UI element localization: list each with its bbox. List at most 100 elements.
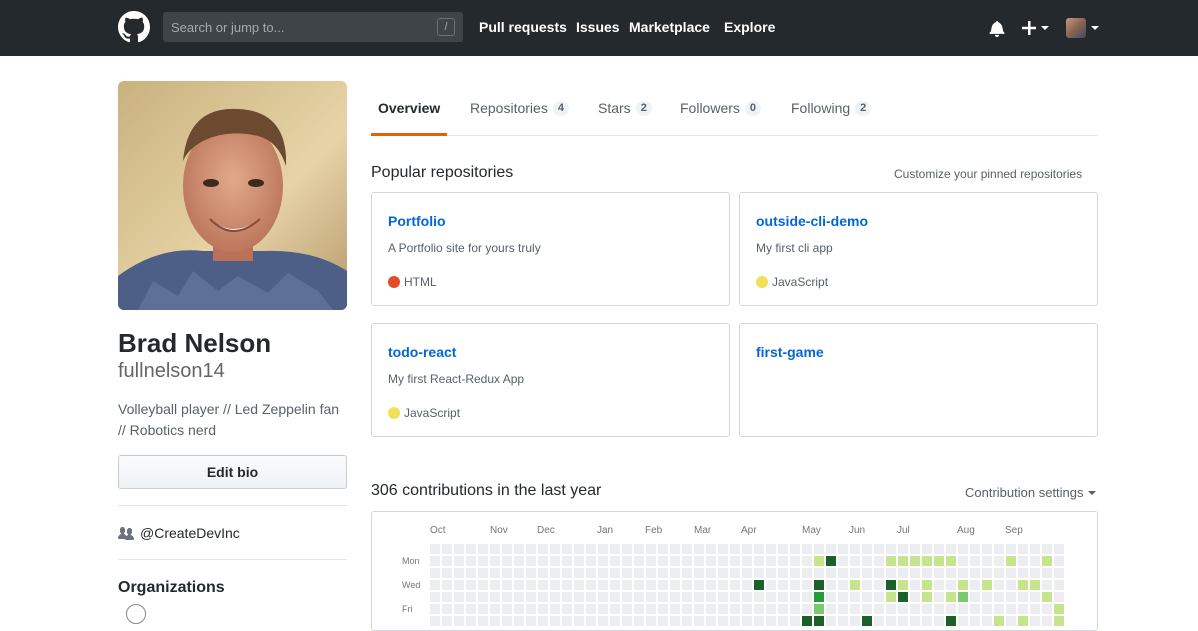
contribution-day-cell[interactable]: [610, 580, 620, 590]
contribution-day-cell[interactable]: [766, 616, 776, 626]
contribution-day-cell[interactable]: [634, 604, 644, 614]
contribution-day-cell[interactable]: [1018, 604, 1028, 614]
repo-name-link[interactable]: todo-react: [388, 344, 456, 360]
contribution-day-cell[interactable]: [478, 556, 488, 566]
contribution-day-cell[interactable]: [862, 580, 872, 590]
tab-following[interactable]: Following 2: [791, 100, 872, 116]
contribution-day-cell[interactable]: [1018, 616, 1028, 626]
contribution-day-cell[interactable]: [730, 580, 740, 590]
contribution-day-cell[interactable]: [742, 616, 752, 626]
contribution-day-cell[interactable]: [1018, 544, 1028, 554]
contribution-day-cell[interactable]: [814, 592, 824, 602]
contribution-day-cell[interactable]: [478, 568, 488, 578]
contribution-day-cell[interactable]: [658, 580, 668, 590]
contribution-day-cell[interactable]: [814, 556, 824, 566]
contribution-day-cell[interactable]: [610, 616, 620, 626]
contribution-day-cell[interactable]: [430, 556, 440, 566]
contribution-day-cell[interactable]: [622, 544, 632, 554]
contribution-day-cell[interactable]: [970, 604, 980, 614]
contribution-day-cell[interactable]: [490, 592, 500, 602]
contribution-day-cell[interactable]: [826, 580, 836, 590]
contribution-day-cell[interactable]: [910, 616, 920, 626]
contribution-day-cell[interactable]: [958, 616, 968, 626]
contribution-day-cell[interactable]: [1054, 556, 1064, 566]
contribution-day-cell[interactable]: [934, 556, 944, 566]
contribution-day-cell[interactable]: [742, 568, 752, 578]
contribution-day-cell[interactable]: [682, 604, 692, 614]
contribution-day-cell[interactable]: [538, 616, 548, 626]
contribution-day-cell[interactable]: [838, 616, 848, 626]
contribution-day-cell[interactable]: [994, 616, 1004, 626]
contribution-day-cell[interactable]: [958, 592, 968, 602]
contribution-day-cell[interactable]: [838, 592, 848, 602]
contribution-day-cell[interactable]: [1054, 580, 1064, 590]
contribution-day-cell[interactable]: [1042, 616, 1052, 626]
contribution-day-cell[interactable]: [562, 592, 572, 602]
contribution-day-cell[interactable]: [922, 568, 932, 578]
contribution-day-cell[interactable]: [502, 592, 512, 602]
contribution-day-cell[interactable]: [754, 616, 764, 626]
contribution-day-cell[interactable]: [490, 544, 500, 554]
contribution-day-cell[interactable]: [586, 616, 596, 626]
contribution-day-cell[interactable]: [706, 604, 716, 614]
contribution-day-cell[interactable]: [862, 544, 872, 554]
contribution-day-cell[interactable]: [574, 568, 584, 578]
contribution-day-cell[interactable]: [682, 568, 692, 578]
contribution-day-cell[interactable]: [670, 592, 680, 602]
contribution-day-cell[interactable]: [814, 580, 824, 590]
contribution-day-cell[interactable]: [466, 556, 476, 566]
contribution-day-cell[interactable]: [718, 580, 728, 590]
contribution-day-cell[interactable]: [478, 592, 488, 602]
contribution-day-cell[interactable]: [598, 580, 608, 590]
contribution-day-cell[interactable]: [1054, 568, 1064, 578]
contribution-day-cell[interactable]: [826, 556, 836, 566]
contribution-day-cell[interactable]: [886, 592, 896, 602]
contribution-day-cell[interactable]: [466, 592, 476, 602]
contribution-day-cell[interactable]: [550, 604, 560, 614]
contribution-day-cell[interactable]: [622, 604, 632, 614]
contribution-day-cell[interactable]: [502, 544, 512, 554]
contribution-day-cell[interactable]: [814, 616, 824, 626]
contribution-day-cell[interactable]: [622, 592, 632, 602]
contribution-day-cell[interactable]: [910, 544, 920, 554]
contribution-day-cell[interactable]: [898, 616, 908, 626]
contribution-day-cell[interactable]: [970, 556, 980, 566]
contribution-day-cell[interactable]: [634, 544, 644, 554]
contribution-day-cell[interactable]: [766, 544, 776, 554]
contribution-day-cell[interactable]: [1054, 616, 1064, 626]
contribution-day-cell[interactable]: [526, 604, 536, 614]
contribution-day-cell[interactable]: [1054, 592, 1064, 602]
contribution-day-cell[interactable]: [1042, 544, 1052, 554]
contribution-day-cell[interactable]: [502, 580, 512, 590]
contribution-day-cell[interactable]: [898, 568, 908, 578]
contribution-day-cell[interactable]: [982, 616, 992, 626]
contribution-day-cell[interactable]: [526, 592, 536, 602]
contribution-day-cell[interactable]: [502, 556, 512, 566]
contribution-day-cell[interactable]: [754, 592, 764, 602]
contribution-day-cell[interactable]: [826, 592, 836, 602]
contribution-day-cell[interactable]: [490, 604, 500, 614]
contribution-day-cell[interactable]: [766, 592, 776, 602]
contribution-day-cell[interactable]: [982, 592, 992, 602]
contribution-day-cell[interactable]: [538, 580, 548, 590]
contribution-day-cell[interactable]: [814, 604, 824, 614]
profile-avatar[interactable]: [118, 81, 347, 310]
contribution-day-cell[interactable]: [466, 568, 476, 578]
contribution-day-cell[interactable]: [742, 604, 752, 614]
contribution-day-cell[interactable]: [1030, 556, 1040, 566]
contribution-day-cell[interactable]: [598, 592, 608, 602]
contribution-day-cell[interactable]: [994, 544, 1004, 554]
contribution-day-cell[interactable]: [610, 556, 620, 566]
contribution-day-cell[interactable]: [958, 544, 968, 554]
contribution-day-cell[interactable]: [742, 544, 752, 554]
contribution-day-cell[interactable]: [1006, 556, 1016, 566]
contribution-day-cell[interactable]: [454, 604, 464, 614]
contribution-day-cell[interactable]: [538, 592, 548, 602]
contribution-day-cell[interactable]: [634, 616, 644, 626]
contribution-day-cell[interactable]: [970, 616, 980, 626]
contribution-day-cell[interactable]: [706, 592, 716, 602]
contribution-day-cell[interactable]: [706, 616, 716, 626]
contribution-day-cell[interactable]: [430, 568, 440, 578]
contribution-day-cell[interactable]: [802, 556, 812, 566]
tab-followers[interactable]: Followers 0: [680, 100, 762, 116]
